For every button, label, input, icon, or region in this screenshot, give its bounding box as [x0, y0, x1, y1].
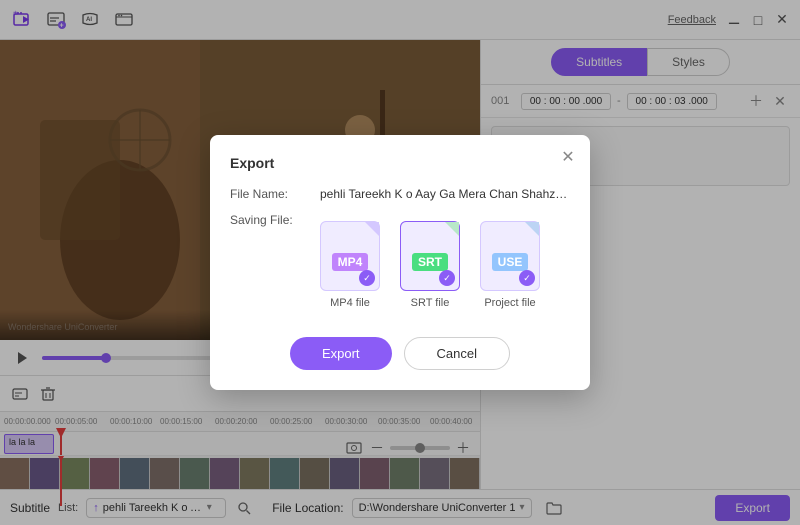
- saving-file-label: Saving File:: [230, 213, 310, 227]
- srt-check: ✓: [439, 270, 455, 286]
- file-option-mp4[interactable]: MP4 ✓ MP4 file: [320, 221, 380, 309]
- modal-actions: Export Cancel: [230, 337, 570, 370]
- mp4-check: ✓: [359, 270, 375, 286]
- mp4-icon: MP4 ✓: [320, 221, 380, 291]
- export-modal: Export ✕ File Name: pehli Tareekh K o Aa…: [210, 135, 590, 390]
- use-option-name: Project file: [484, 297, 535, 309]
- file-name-label: File Name:: [230, 187, 310, 201]
- file-option-srt[interactable]: SRT ✓ SRT file: [400, 221, 460, 309]
- mp4-label: MP4: [332, 253, 369, 271]
- use-icon: USE ✓: [480, 221, 540, 291]
- file-options: MP4 ✓ MP4 file SRT ✓ SRT file: [320, 221, 540, 309]
- use-label: USE: [492, 253, 529, 271]
- modal-filename-row: File Name: pehli Tareekh K o Aay Ga Mera…: [230, 187, 570, 201]
- modal-title: Export: [230, 155, 570, 171]
- mp4-fold: [365, 222, 379, 236]
- file-name-value: pehli Tareekh K o Aay Ga Mera Chan Shahz…: [320, 187, 570, 201]
- srt-label: SRT: [412, 253, 448, 271]
- use-fold: [525, 222, 539, 236]
- modal-close-button[interactable]: ✕: [558, 147, 578, 167]
- modal-overlay: Export ✕ File Name: pehli Tareekh K o Aa…: [0, 0, 800, 525]
- modal-export-button[interactable]: Export: [290, 337, 392, 370]
- file-option-use[interactable]: USE ✓ Project file: [480, 221, 540, 309]
- mp4-option-name: MP4 file: [330, 297, 370, 309]
- srt-fold: [445, 222, 459, 236]
- modal-cancel-button[interactable]: Cancel: [404, 337, 510, 370]
- use-check: ✓: [519, 270, 535, 286]
- srt-option-name: SRT file: [411, 297, 450, 309]
- modal-saving-row: Saving File: MP4 ✓ MP4 file SRT: [230, 213, 570, 325]
- srt-icon: SRT ✓: [400, 221, 460, 291]
